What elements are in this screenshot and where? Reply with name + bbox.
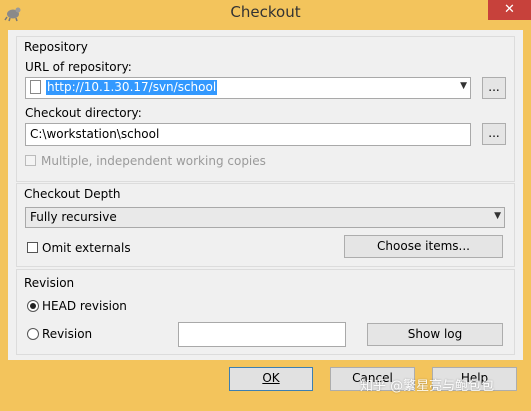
- file-icon: [30, 80, 41, 94]
- window-title: Checkout: [230, 3, 301, 21]
- multiple-copies-checkbox[interactable]: [25, 155, 36, 166]
- repository-group-label: Repository: [24, 40, 88, 54]
- chevron-down-icon[interactable]: ▼: [494, 211, 501, 221]
- choose-items-button[interactable]: Choose items...: [344, 235, 503, 258]
- revision-label: Revision: [42, 327, 93, 341]
- url-value: http://10.1.30.17/svn/school: [46, 80, 218, 95]
- url-browse-button[interactable]: ...: [482, 77, 506, 99]
- revision-group-label: Revision: [24, 276, 75, 290]
- ok-button[interactable]: OK: [229, 367, 313, 391]
- dir-browse-button[interactable]: ...: [482, 123, 506, 145]
- depth-group-label: Checkout Depth: [24, 187, 121, 201]
- multiple-copies-label: Multiple, independent working copies: [41, 154, 266, 168]
- watermark-text: 知乎 @繁星亮与鲍包包: [360, 379, 495, 394]
- revision-radio[interactable]: [27, 328, 39, 340]
- ok-button-label: OK: [262, 371, 280, 385]
- chevron-down-icon[interactable]: ▼: [460, 81, 467, 91]
- dialog-body: Repository URL of repository: http://10.…: [8, 30, 523, 360]
- omit-externals-checkbox[interactable]: [27, 242, 38, 253]
- depth-select[interactable]: Fully recursive ▼: [25, 207, 505, 228]
- depth-selected-value: Fully recursive: [30, 210, 117, 224]
- head-revision-radio[interactable]: [27, 300, 39, 312]
- checkout-depth-group: Checkout Depth Fully recursive ▼ Omit ex…: [16, 183, 515, 267]
- close-icon: ✕: [504, 2, 515, 17]
- omit-externals-label: Omit externals: [42, 241, 131, 255]
- url-combobox[interactable]: http://10.1.30.17/svn/school ▼: [25, 77, 471, 99]
- checkout-dir-input[interactable]: C:\workstation\school: [25, 123, 471, 146]
- close-button[interactable]: ✕: [488, 0, 531, 20]
- revision-input[interactable]: [178, 322, 346, 347]
- checkout-dir-label: Checkout directory:: [25, 106, 142, 120]
- title-bar: Checkout ✕: [0, 0, 531, 26]
- checkout-dialog: Checkout ✕ Repository URL of repository:…: [0, 0, 531, 411]
- revision-group: Revision HEAD revision Revision Show log: [16, 269, 515, 355]
- head-revision-label: HEAD revision: [42, 299, 127, 313]
- show-log-button[interactable]: Show log: [367, 323, 503, 346]
- url-label: URL of repository:: [25, 60, 132, 74]
- repository-group: Repository URL of repository: http://10.…: [16, 36, 515, 182]
- checkout-dir-value: C:\workstation\school: [30, 127, 160, 141]
